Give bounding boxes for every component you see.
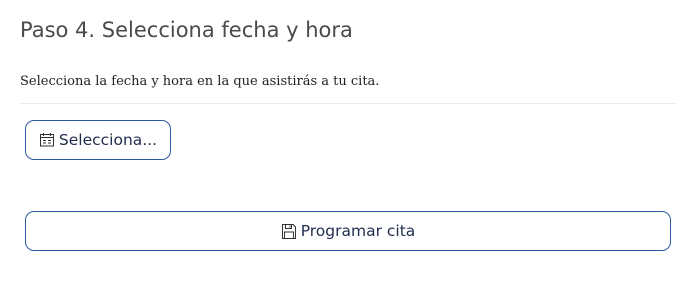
select-date-time-label: Selecciona... [58,131,158,149]
page-title: Paso 4. Selecciona fecha y hora [20,18,353,42]
step-description: Selecciona la fecha y hora en la que asi… [20,74,380,89]
schedule-appointment-button[interactable]: Programar cita [25,211,671,251]
schedule-appointment-label: Programar cita [300,222,416,240]
save-icon [281,223,297,240]
select-date-time-button[interactable]: Selecciona... [25,120,171,160]
divider [20,103,676,104]
calendar-icon [39,132,55,148]
